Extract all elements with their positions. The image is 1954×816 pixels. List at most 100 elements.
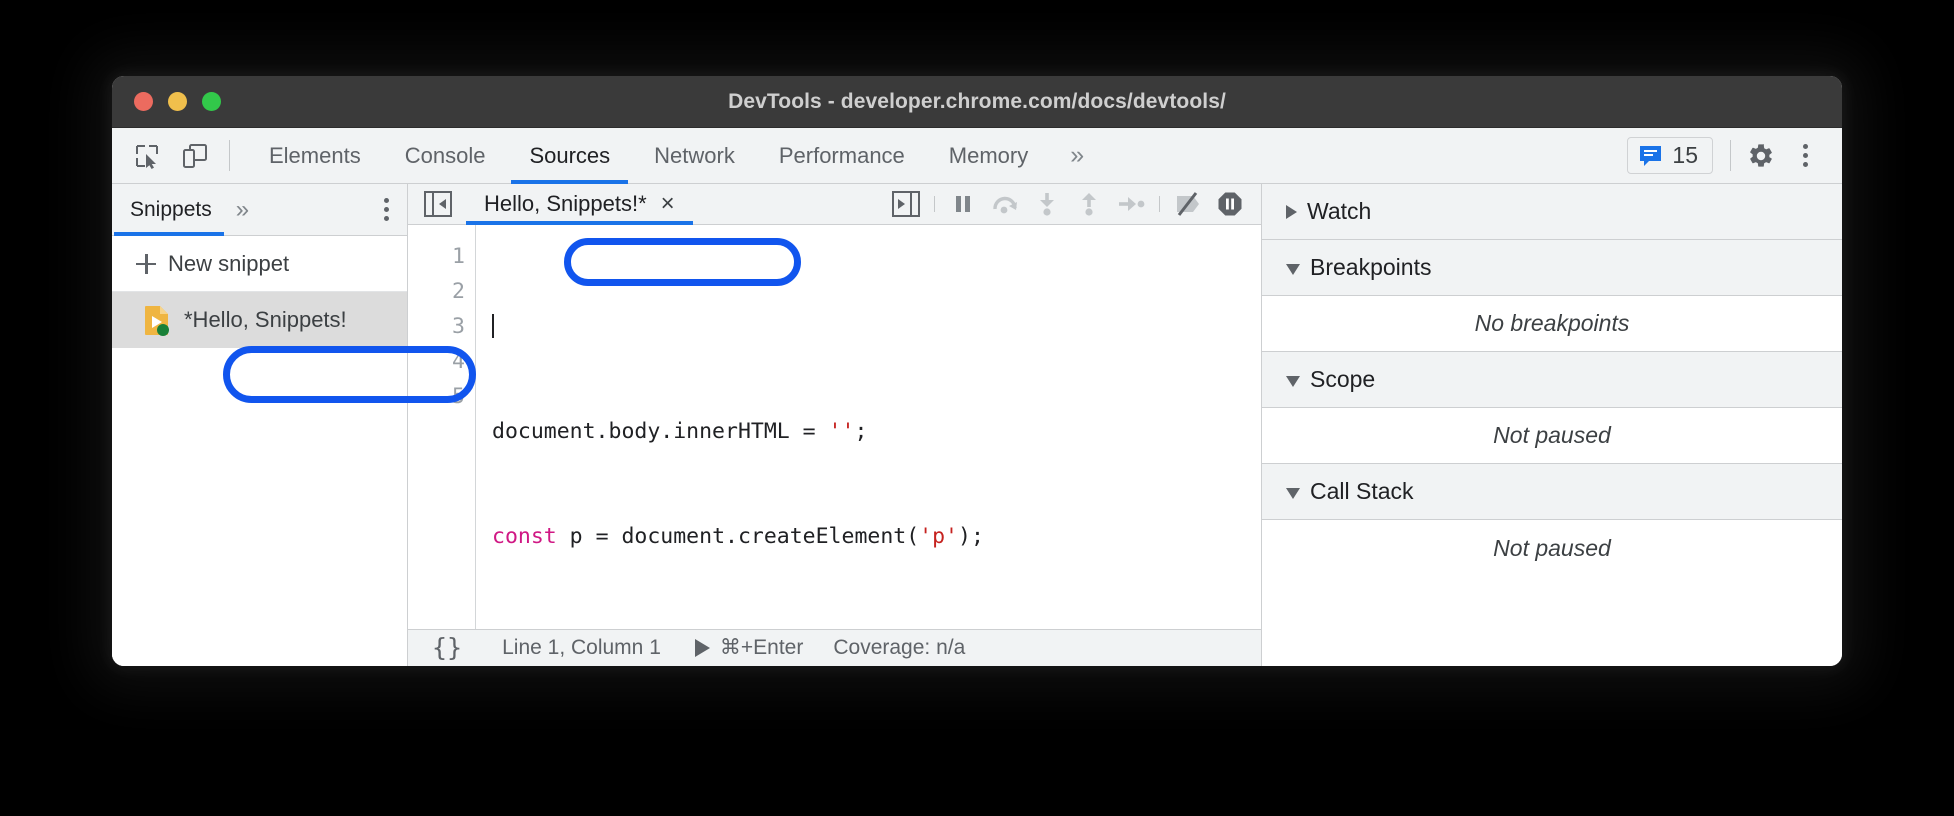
screenshot-stage: DevTools - developer.chrome.com/docs/dev… [0, 0, 1954, 816]
inspect-element-button[interactable] [126, 136, 168, 176]
traffic-light-group [112, 92, 221, 111]
more-panes-icon[interactable]: » [226, 184, 256, 235]
line-number: 5 [452, 384, 465, 409]
call-stack-empty-message: Not paused [1262, 520, 1842, 576]
step-icon [1117, 193, 1145, 215]
devtools-window: DevTools - developer.chrome.com/docs/dev… [112, 76, 1842, 666]
code-token: p = document.createElement( [556, 524, 920, 549]
show-navigator-button[interactable] [408, 191, 466, 217]
toolbar-divider-2 [1730, 140, 1731, 171]
line-number: 4 [452, 349, 465, 374]
step-button[interactable] [1110, 184, 1152, 224]
tab-sources[interactable]: Sources [507, 128, 632, 184]
pause-on-exceptions-icon [1217, 191, 1243, 217]
tab-label: Network [654, 142, 735, 168]
code-line: document.body.innerHTML = ''; [492, 414, 1261, 449]
debugger-section-watch[interactable]: Watch [1262, 184, 1842, 240]
debugger-section-title: Call Stack [1310, 478, 1414, 504]
show-debugger-sidebar-button[interactable] [885, 184, 927, 224]
deactivate-breakpoints-icon [1174, 191, 1202, 217]
toolbar-divider [229, 140, 230, 171]
run-snippet-button[interactable]: ⌘+Enter [687, 635, 811, 660]
step-over-icon [991, 192, 1019, 216]
more-tabs-label: » [1070, 141, 1084, 169]
show-navigator-icon [424, 191, 452, 217]
chevron-down-icon [1286, 375, 1300, 387]
debugger-section-breakpoints[interactable]: Breakpoints [1262, 240, 1842, 296]
debugger-section-title: Breakpoints [1310, 254, 1432, 280]
pause-on-exceptions-button[interactable] [1209, 184, 1251, 224]
settings-button[interactable] [1740, 136, 1782, 176]
code-token: document.body.innerHTML = [492, 419, 829, 444]
code-line [492, 309, 1261, 344]
navigator-empty-space [112, 348, 407, 666]
editor-pane: Hello, Snippets!* × 1 2 3 4 5 document.b… [408, 184, 1262, 666]
panel-tabs: Elements Console Sources Network Perform… [247, 128, 1101, 184]
snippet-list-item[interactable]: *Hello, Snippets! [112, 292, 407, 348]
debugger-sidebar: Watch Breakpoints No breakpoints Scope N… [1262, 184, 1842, 666]
new-snippet-button[interactable]: New snippet [112, 236, 407, 292]
code-content[interactable]: document.body.innerHTML = ''; const p = … [476, 225, 1261, 629]
code-editor[interactable]: 1 2 3 4 5 document.body.innerHTML = ''; … [408, 225, 1261, 629]
editor-status-bar: {} Line 1, Column 1 ⌘+Enter Coverage: n/… [408, 628, 1261, 666]
chevron-down-icon [1286, 487, 1300, 499]
editor-tab-label: Hello, Snippets!* [484, 191, 647, 216]
tab-network[interactable]: Network [632, 128, 757, 183]
step-into-button[interactable] [1026, 184, 1068, 224]
editor-toolbar-right [885, 184, 1261, 224]
tab-label: Console [404, 142, 486, 168]
editor-toolbar-divider-2 [1159, 196, 1160, 212]
debugger-section-call-stack[interactable]: Call Stack [1262, 464, 1842, 520]
debugger-section-scope[interactable]: Scope [1262, 352, 1842, 408]
minimize-window-button[interactable] [168, 92, 187, 111]
line-number: 1 [452, 244, 465, 269]
more-options-button[interactable] [1784, 136, 1826, 176]
code-token-string: '' [828, 419, 855, 444]
editor-toolbar-divider [934, 196, 935, 212]
run-shortcut-label: ⌘+Enter [719, 636, 804, 660]
pretty-print-button[interactable]: {} [408, 633, 476, 662]
devtools-main-toolbar: Elements Console Sources Network Perform… [112, 128, 1842, 184]
step-out-button[interactable] [1068, 184, 1110, 224]
step-over-button[interactable] [984, 184, 1026, 224]
maximize-window-button[interactable] [202, 92, 221, 111]
close-icon[interactable]: × [661, 192, 675, 216]
window-titlebar: DevTools - developer.chrome.com/docs/dev… [112, 76, 1842, 128]
tab-performance[interactable]: Performance [757, 128, 927, 183]
tab-elements[interactable]: Elements [247, 128, 383, 183]
editor-tab-hello-snippets[interactable]: Hello, Snippets!* × [466, 184, 693, 225]
cursor-position-label: Line 1, Column 1 [502, 635, 661, 659]
tab-label: Performance [778, 142, 905, 168]
more-options-icon [384, 198, 389, 221]
tab-label: Elements [269, 142, 361, 168]
breakpoints-empty-message: No breakpoints [1262, 296, 1842, 352]
close-window-button[interactable] [134, 92, 153, 111]
pause-script-execution-button[interactable] [942, 184, 984, 224]
toolbar-left-icons [112, 128, 247, 183]
plus-icon [136, 253, 156, 274]
device-toolbar-button[interactable] [174, 136, 216, 176]
text-cursor [492, 314, 494, 338]
devtools-body: Snippets » New snippet *Hello, Snippets!… [112, 184, 1842, 666]
debugger-section-title: Watch [1307, 198, 1372, 224]
more-panes-label: » [235, 195, 249, 223]
navigator-more-options-button[interactable] [366, 184, 407, 235]
code-token-string: 'p' [919, 524, 959, 549]
tab-memory[interactable]: Memory [927, 128, 1050, 183]
tab-console[interactable]: Console [383, 128, 508, 183]
debugger-section-title: Scope [1310, 366, 1376, 392]
navigator-tab-snippets[interactable]: Snippets [112, 184, 226, 236]
gear-icon [1747, 142, 1775, 170]
line-number: 2 [452, 279, 465, 304]
more-tabs-icon[interactable]: » [1050, 128, 1101, 183]
console-message-badge[interactable]: 15 [1627, 137, 1713, 174]
chevron-down-icon [1286, 263, 1300, 275]
snippet-script-icon [144, 305, 170, 336]
toolbar-right-icons: 15 [1627, 128, 1842, 183]
deactivate-breakpoints-button[interactable] [1167, 184, 1209, 224]
new-snippet-label: New snippet [168, 250, 290, 276]
show-debugger-icon [892, 191, 920, 217]
pause-script-execution-icon [951, 192, 975, 216]
code-token: ; [854, 419, 868, 444]
scope-empty-message: Not paused [1262, 408, 1842, 464]
